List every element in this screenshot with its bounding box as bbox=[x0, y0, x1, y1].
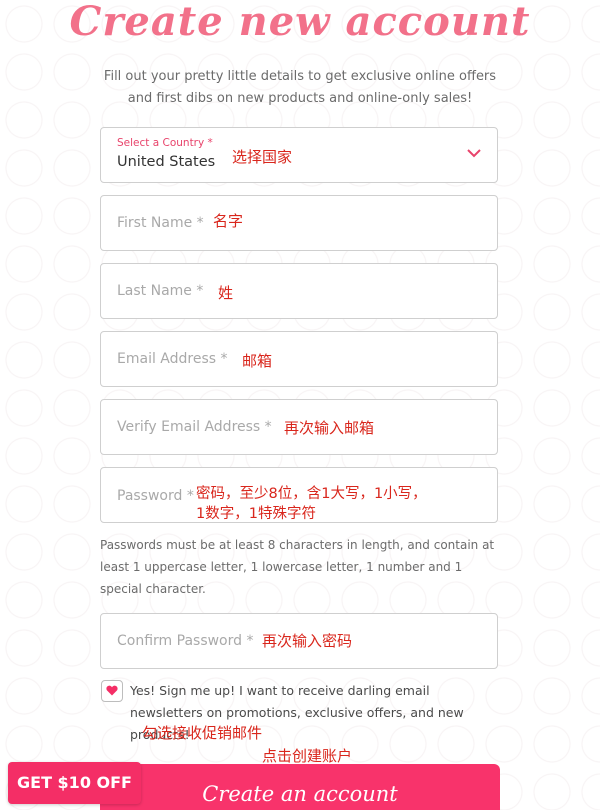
password-placeholder: Password * bbox=[117, 488, 194, 504]
heart-icon bbox=[106, 685, 118, 696]
annotation-first-name: 名字 bbox=[213, 212, 244, 230]
annotation-password-line1: 密码，至少8位，含1大写，1小写， bbox=[196, 486, 427, 502]
annotation-submit: 点击创建账户 bbox=[262, 747, 353, 765]
chevron-down-icon[interactable] bbox=[467, 148, 481, 158]
annotation-confirm-password: 再次输入密码 bbox=[262, 632, 353, 650]
annotation-verify-email: 再次输入邮箱 bbox=[284, 419, 375, 437]
first-name-placeholder: First Name * bbox=[117, 215, 204, 231]
newsletter-checkbox[interactable] bbox=[101, 680, 123, 702]
first-name-field[interactable]: First Name * bbox=[100, 195, 498, 251]
email-placeholder: Email Address * bbox=[117, 351, 228, 367]
create-account-button[interactable]: Create an account bbox=[100, 764, 500, 810]
country-select[interactable]: Select a Country * United States bbox=[100, 127, 498, 183]
annotation-last-name: 姓 bbox=[218, 284, 234, 302]
last-name-field[interactable]: Last Name * bbox=[100, 263, 498, 319]
password-requirements: Passwords must be at least 8 characters … bbox=[100, 538, 495, 596]
annotation-newsletter: 勾选接收促销邮件 bbox=[142, 724, 263, 742]
page-subtitle: Fill out your pretty little details to g… bbox=[103, 69, 497, 106]
page-title: Create new account bbox=[69, 0, 531, 45]
annotation-country: 选择国家 bbox=[232, 148, 293, 166]
annotation-email: 邮箱 bbox=[242, 352, 273, 370]
promo-button[interactable]: GET $10 OFF bbox=[8, 762, 141, 804]
signup-page: Create new account Fill out your pretty … bbox=[0, 0, 600, 810]
annotation-password-line2: 1数字，1特殊字符 bbox=[196, 506, 316, 522]
country-select-value: United States bbox=[117, 154, 216, 170]
email-field[interactable]: Email Address * bbox=[100, 331, 498, 387]
last-name-placeholder: Last Name * bbox=[117, 283, 204, 299]
country-select-label: Select a Country * bbox=[117, 137, 213, 149]
verify-email-placeholder: Verify Email Address * bbox=[117, 419, 272, 435]
confirm-password-placeholder: Confirm Password * bbox=[117, 633, 254, 649]
